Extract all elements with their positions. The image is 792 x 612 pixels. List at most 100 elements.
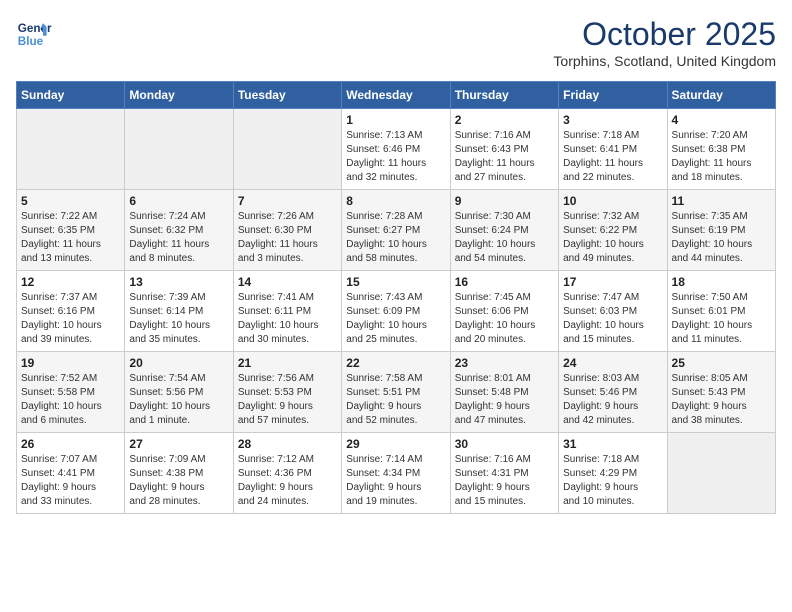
header-cell-wednesday: Wednesday: [342, 82, 450, 109]
day-cell-11: 11 Sunrise: 7:35 AM Sunset: 6:19 PM Dayli…: [667, 190, 775, 271]
day-number: 11: [672, 194, 771, 208]
day-info: Sunrise: 7:52 AM Sunset: 5:58 PM Dayligh…: [21, 372, 120, 428]
empty-cell: [667, 433, 775, 514]
week-row-5: 26 Sunrise: 7:07 AM Sunset: 4:41 PM Dayli…: [17, 433, 776, 514]
day-info: Sunrise: 7:13 AM Sunset: 6:46 PM Dayligh…: [346, 129, 445, 185]
header-cell-friday: Friday: [559, 82, 667, 109]
day-info: Sunrise: 7:39 AM Sunset: 6:14 PM Dayligh…: [129, 291, 228, 347]
day-cell-13: 13 Sunrise: 7:39 AM Sunset: 6:14 PM Dayli…: [125, 271, 233, 352]
day-number: 18: [672, 275, 771, 289]
empty-cell: [125, 109, 233, 190]
day-number: 3: [563, 113, 662, 127]
day-number: 15: [346, 275, 445, 289]
day-number: 23: [455, 356, 554, 370]
week-row-4: 19Sunrise: 7:52 AM Sunset: 5:58 PM Dayli…: [17, 352, 776, 433]
day-number: 25: [672, 356, 771, 370]
day-cell-19: 19Sunrise: 7:52 AM Sunset: 5:58 PM Dayli…: [17, 352, 125, 433]
day-number: 13: [129, 275, 228, 289]
day-info: Sunrise: 7:32 AM Sunset: 6:22 PM Dayligh…: [563, 210, 662, 266]
day-info: Sunrise: 7:09 AM Sunset: 4:38 PM Dayligh…: [129, 453, 228, 509]
day-number: 29: [346, 437, 445, 451]
logo: General Blue: [16, 16, 52, 52]
day-info: Sunrise: 8:05 AM Sunset: 5:43 PM Dayligh…: [672, 372, 771, 428]
header-cell-monday: Monday: [125, 82, 233, 109]
day-number: 1: [346, 113, 445, 127]
day-info: Sunrise: 7:18 AM Sunset: 6:41 PM Dayligh…: [563, 129, 662, 185]
day-number: 16: [455, 275, 554, 289]
day-number: 8: [346, 194, 445, 208]
day-number: 7: [238, 194, 337, 208]
week-row-3: 12 Sunrise: 7:37 AM Sunset: 6:16 PM Dayli…: [17, 271, 776, 352]
day-cell-23: 23 Sunrise: 8:01 AM Sunset: 5:48 PM Dayli…: [450, 352, 558, 433]
empty-cell: [17, 109, 125, 190]
day-number: 22: [346, 356, 445, 370]
day-cell-31: 31 Sunrise: 7:18 AM Sunset: 4:29 PM Dayli…: [559, 433, 667, 514]
day-cell-28: 28 Sunrise: 7:12 AM Sunset: 4:36 PM Dayli…: [233, 433, 341, 514]
svg-text:General: General: [18, 22, 52, 35]
week-row-2: 5 Sunrise: 7:22 AM Sunset: 6:35 PM Daylig…: [17, 190, 776, 271]
header-cell-saturday: Saturday: [667, 82, 775, 109]
week-row-1: 1 Sunrise: 7:13 AM Sunset: 6:46 PM Daylig…: [17, 109, 776, 190]
day-cell-6: 6Sunrise: 7:24 AM Sunset: 6:32 PM Daylig…: [125, 190, 233, 271]
day-cell-21: 21 Sunrise: 7:56 AM Sunset: 5:53 PM Dayli…: [233, 352, 341, 433]
day-number: 10: [563, 194, 662, 208]
day-number: 5: [21, 194, 120, 208]
day-cell-14: 14 Sunrise: 7:41 AM Sunset: 6:11 PM Dayli…: [233, 271, 341, 352]
day-info: Sunrise: 7:16 AM Sunset: 4:31 PM Dayligh…: [455, 453, 554, 509]
svg-text:Blue: Blue: [18, 35, 44, 48]
day-info: Sunrise: 7:24 AM Sunset: 6:32 PM Dayligh…: [129, 210, 228, 266]
day-number: 31: [563, 437, 662, 451]
day-info: Sunrise: 7:18 AM Sunset: 4:29 PM Dayligh…: [563, 453, 662, 509]
day-info: Sunrise: 8:01 AM Sunset: 5:48 PM Dayligh…: [455, 372, 554, 428]
day-cell-18: 18 Sunrise: 7:50 AM Sunset: 6:01 PM Dayli…: [667, 271, 775, 352]
day-cell-26: 26 Sunrise: 7:07 AM Sunset: 4:41 PM Dayli…: [17, 433, 125, 514]
page-header: General Blue October 2025 Torphins, Scot…: [16, 16, 776, 69]
day-info: Sunrise: 7:22 AM Sunset: 6:35 PM Dayligh…: [21, 210, 120, 266]
day-number: 2: [455, 113, 554, 127]
day-info: Sunrise: 7:54 AM Sunset: 5:56 PM Dayligh…: [129, 372, 228, 428]
day-cell-15: 15Sunrise: 7:43 AM Sunset: 6:09 PM Dayli…: [342, 271, 450, 352]
day-cell-4: 4 Sunrise: 7:20 AM Sunset: 6:38 PM Daylig…: [667, 109, 775, 190]
day-number: 26: [21, 437, 120, 451]
day-number: 20: [129, 356, 228, 370]
day-cell-25: 25 Sunrise: 8:05 AM Sunset: 5:43 PM Dayli…: [667, 352, 775, 433]
day-info: Sunrise: 7:35 AM Sunset: 6:19 PM Dayligh…: [672, 210, 771, 266]
day-info: Sunrise: 7:56 AM Sunset: 5:53 PM Dayligh…: [238, 372, 337, 428]
month-title: October 2025: [553, 16, 776, 53]
day-info: Sunrise: 7:37 AM Sunset: 6:16 PM Dayligh…: [21, 291, 120, 347]
title-block: October 2025 Torphins, Scotland, United …: [553, 16, 776, 69]
day-info: Sunrise: 7:12 AM Sunset: 4:36 PM Dayligh…: [238, 453, 337, 509]
calendar-table: SundayMondayTuesdayWednesdayThursdayFrid…: [16, 81, 776, 514]
day-info: Sunrise: 7:50 AM Sunset: 6:01 PM Dayligh…: [672, 291, 771, 347]
day-info: Sunrise: 7:58 AM Sunset: 5:51 PM Dayligh…: [346, 372, 445, 428]
header-cell-thursday: Thursday: [450, 82, 558, 109]
day-cell-30: 30Sunrise: 7:16 AM Sunset: 4:31 PM Dayli…: [450, 433, 558, 514]
day-number: 21: [238, 356, 337, 370]
day-cell-12: 12 Sunrise: 7:37 AM Sunset: 6:16 PM Dayli…: [17, 271, 125, 352]
day-cell-29: 29 Sunrise: 7:14 AM Sunset: 4:34 PM Dayli…: [342, 433, 450, 514]
day-info: Sunrise: 7:14 AM Sunset: 4:34 PM Dayligh…: [346, 453, 445, 509]
day-cell-2: 2Sunrise: 7:16 AM Sunset: 6:43 PM Daylig…: [450, 109, 558, 190]
day-info: Sunrise: 7:47 AM Sunset: 6:03 PM Dayligh…: [563, 291, 662, 347]
day-number: 28: [238, 437, 337, 451]
header-cell-tuesday: Tuesday: [233, 82, 341, 109]
header-row: SundayMondayTuesdayWednesdayThursdayFrid…: [17, 82, 776, 109]
day-number: 12: [21, 275, 120, 289]
day-number: 24: [563, 356, 662, 370]
day-info: Sunrise: 7:07 AM Sunset: 4:41 PM Dayligh…: [21, 453, 120, 509]
day-number: 9: [455, 194, 554, 208]
day-cell-16: 16Sunrise: 7:45 AM Sunset: 6:06 PM Dayli…: [450, 271, 558, 352]
empty-cell: [233, 109, 341, 190]
day-number: 14: [238, 275, 337, 289]
day-cell-17: 17Sunrise: 7:47 AM Sunset: 6:03 PM Dayli…: [559, 271, 667, 352]
day-info: Sunrise: 7:26 AM Sunset: 6:30 PM Dayligh…: [238, 210, 337, 266]
day-cell-1: 1 Sunrise: 7:13 AM Sunset: 6:46 PM Daylig…: [342, 109, 450, 190]
day-cell-10: 10 Sunrise: 7:32 AM Sunset: 6:22 PM Dayli…: [559, 190, 667, 271]
day-info: Sunrise: 7:41 AM Sunset: 6:11 PM Dayligh…: [238, 291, 337, 347]
day-info: Sunrise: 7:20 AM Sunset: 6:38 PM Dayligh…: [672, 129, 771, 185]
day-info: Sunrise: 7:30 AM Sunset: 6:24 PM Dayligh…: [455, 210, 554, 266]
day-cell-3: 3 Sunrise: 7:18 AM Sunset: 6:41 PM Daylig…: [559, 109, 667, 190]
day-cell-20: 20 Sunrise: 7:54 AM Sunset: 5:56 PM Dayli…: [125, 352, 233, 433]
header-cell-sunday: Sunday: [17, 82, 125, 109]
day-number: 4: [672, 113, 771, 127]
